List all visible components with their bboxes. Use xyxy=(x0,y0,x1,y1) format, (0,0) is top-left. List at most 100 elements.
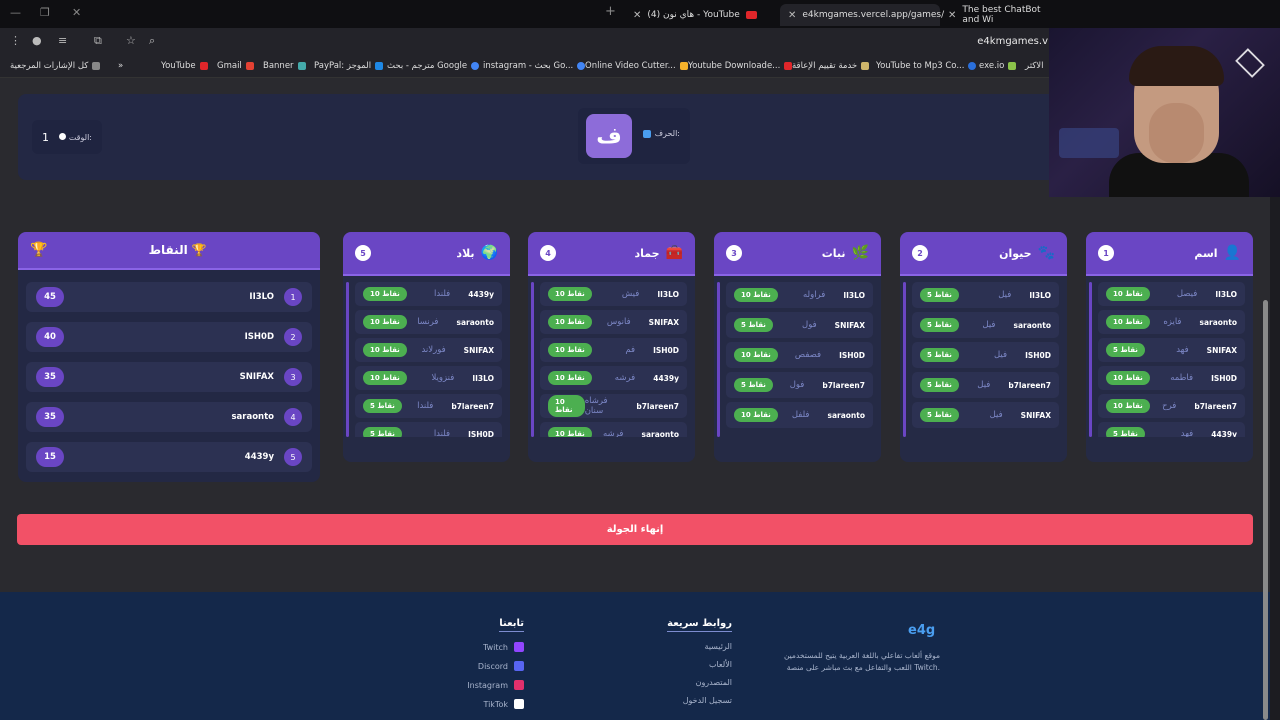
bookmark-video-cutter[interactable]: Online Video Cutter... xyxy=(585,61,688,71)
score-points: 15 xyxy=(36,447,64,467)
answer-points-badge: 10 نقاط xyxy=(363,343,407,357)
url-text[interactable]: e4kmgames.v xyxy=(977,36,1048,47)
social-twitch[interactable]: Twitch xyxy=(440,642,524,652)
letter-label: الحرف: xyxy=(654,129,680,138)
bookmark-star-icon[interactable]: ☆ xyxy=(126,34,136,47)
close-window-icon[interactable]: ✕ xyxy=(72,6,81,19)
answer-player: ISH0D xyxy=(468,429,494,438)
social-discord[interactable]: Discord xyxy=(440,661,524,671)
answers-list[interactable]: 5 نقاط فيل II3LO 5 نقاط فيل saraonto 5 نقاط فيل… xyxy=(900,282,1067,437)
answer-word: فايزه xyxy=(1163,317,1182,327)
answer-points-badge: 5 نقاط xyxy=(363,399,402,413)
bookmark-all[interactable]: كل الإشارات المرجعية xyxy=(10,61,101,71)
score-rank: 5 xyxy=(284,448,302,466)
extensions-icon[interactable]: ⧉ xyxy=(94,34,102,48)
answer-row: 10 نقاط فنزويلا II3LO xyxy=(355,366,502,390)
footer-link[interactable]: المتصدرون xyxy=(640,678,732,687)
timer-label: الوقت: xyxy=(68,132,92,142)
answer-points-badge: 10 نقاط xyxy=(734,408,778,422)
score-player: ISH0D xyxy=(244,332,274,342)
cutter-icon xyxy=(679,62,688,70)
footer-logo[interactable]: e4g xyxy=(908,623,935,638)
bookmark-gmail[interactable]: Gmail xyxy=(217,61,254,71)
tab-chatbot[interactable]: ✕ The best ChatBot and Wi xyxy=(940,4,1050,26)
answers-list[interactable]: 10 نقاط فيش II3LO 10 نقاط فانوس SNIFAX 10 نقاط… xyxy=(528,282,695,437)
answer-points-badge: 10 نقاط xyxy=(363,287,407,301)
category-name: جماد xyxy=(634,246,660,260)
score-row: 15 4439y 5 xyxy=(26,442,312,472)
streamer-hair xyxy=(1129,46,1224,86)
bookmark-more[interactable]: الاكثر xyxy=(1025,61,1044,71)
category-name: اسم xyxy=(1194,246,1218,260)
close-tab-icon[interactable]: ✕ xyxy=(788,10,796,21)
answer-player: ISH0D xyxy=(839,350,865,360)
answer-points-badge: 5 نقاط xyxy=(920,378,959,392)
answers-list[interactable]: 10 نقاط فيصل II3LO 10 نقاط فايزه saraonto 5 نق… xyxy=(1086,282,1253,437)
bookmark-banner[interactable]: Banner xyxy=(263,61,306,71)
answer-row: 5 نقاط فلندا ISH0D xyxy=(355,422,502,437)
answer-word: فلفل xyxy=(791,410,810,420)
social-instagram[interactable]: Instagram xyxy=(440,680,524,690)
answer-row: 10 نقاط فرح b7lareen7 xyxy=(1098,394,1245,418)
new-tab-icon[interactable]: + xyxy=(605,4,616,19)
score-player: SNIFAX xyxy=(239,372,274,382)
letter-icon xyxy=(642,129,651,138)
bookmark-yt-mp3[interactable]: YouTube to Mp3 Co... xyxy=(876,61,977,71)
answers-scroll-indicator xyxy=(903,282,906,437)
profile-icon[interactable]: ● xyxy=(32,34,42,47)
mp3-icon xyxy=(968,62,977,70)
tab-e4kmgames[interactable]: ✕ e4kmgames.vercel.app/games/ xyxy=(780,4,944,26)
tab-youtube[interactable]: ✕ (4) هاي نون - YouTube xyxy=(625,4,785,26)
timer-value: 1 xyxy=(42,130,49,144)
social-tiktok[interactable]: TikTok xyxy=(440,699,524,709)
answers-list[interactable]: 10 نقاط فلندا 4439y 10 نقاط فرنسا saraonto 10 … xyxy=(343,282,510,437)
answer-points-badge: 10 نقاط xyxy=(734,288,778,302)
tab-search-icon[interactable]: ≡ xyxy=(58,34,67,47)
answer-points-badge: 5 نقاط xyxy=(920,348,959,362)
bookmark-paypal[interactable]: PayPal: الموجز xyxy=(314,61,384,71)
close-tab-icon[interactable]: ✕ xyxy=(948,10,956,21)
category-name: نبات xyxy=(821,246,846,260)
bookmark-chevron[interactable]: » xyxy=(118,61,123,71)
bookmark-exeio[interactable]: exe.io xyxy=(979,61,1017,71)
bookmark-disability[interactable]: خدمة تقييم الإعاقة xyxy=(792,61,870,71)
score-rank: 2 xyxy=(284,328,302,346)
clock-icon xyxy=(58,132,66,140)
desk-light xyxy=(1059,128,1119,158)
folder-icon xyxy=(92,62,101,70)
answer-row: 10 نقاط فورلاند SNIFAX xyxy=(355,338,502,362)
bookmark-yt-downloader[interactable]: Youtube Downloade... xyxy=(688,61,793,71)
neon-logo xyxy=(1235,48,1265,78)
score-rank: 3 xyxy=(284,368,302,386)
footer-link[interactable]: الرئيسية xyxy=(640,642,732,651)
minimize-icon[interactable]: — xyxy=(10,6,21,19)
answer-player: II3LO xyxy=(657,289,679,299)
trophy-icon: 🏆 xyxy=(30,242,48,258)
bookmark-instagram[interactable]: instagram - بحث Go... xyxy=(483,61,586,71)
answer-row: 10 نقاط فراوله II3LO xyxy=(726,282,873,308)
menu-dots-icon[interactable]: ⋮ xyxy=(10,34,21,47)
bookmark-youtube[interactable]: YouTube xyxy=(161,61,208,71)
footer-link[interactable]: الألعاب xyxy=(640,660,732,669)
restore-icon[interactable]: ❐ xyxy=(40,6,50,19)
bookmark-translate[interactable]: مترجم - بحث Google xyxy=(387,61,480,71)
footer-link[interactable]: تسجيل الدخول xyxy=(640,696,732,705)
answer-word: فورلاند xyxy=(421,345,446,355)
category-title: نبات 🌿 xyxy=(822,245,869,261)
page-scrollbar[interactable] xyxy=(1263,300,1268,720)
category-title: اسم 👤 xyxy=(1194,245,1241,261)
current-letter: ف xyxy=(586,114,632,158)
answer-player: b7lareen7 xyxy=(1008,380,1051,390)
answer-player: SNIFAX xyxy=(648,317,679,327)
answer-row: 5 نقاط فيل SNIFAX xyxy=(912,402,1059,428)
follow-us: تابعنا Twitch Discord Instagram TikTok xyxy=(440,618,524,718)
answer-points-badge: 10 نقاط xyxy=(363,371,407,385)
close-tab-icon[interactable]: ✕ xyxy=(633,10,641,21)
discord-icon xyxy=(514,661,524,671)
zoom-icon[interactable]: ⌕ xyxy=(149,34,155,48)
answer-row: 10 نقاط فايزه saraonto xyxy=(1098,310,1245,334)
answers-list[interactable]: 10 نقاط فراوله II3LO 5 نقاط فول SNIFAX 10 نقاط… xyxy=(714,282,881,437)
end-round-button[interactable]: إنهاء الجولة xyxy=(17,514,1253,545)
category-title: جماد 🧰 xyxy=(634,245,683,261)
answer-points-badge: 10 نقاط xyxy=(1106,371,1150,385)
